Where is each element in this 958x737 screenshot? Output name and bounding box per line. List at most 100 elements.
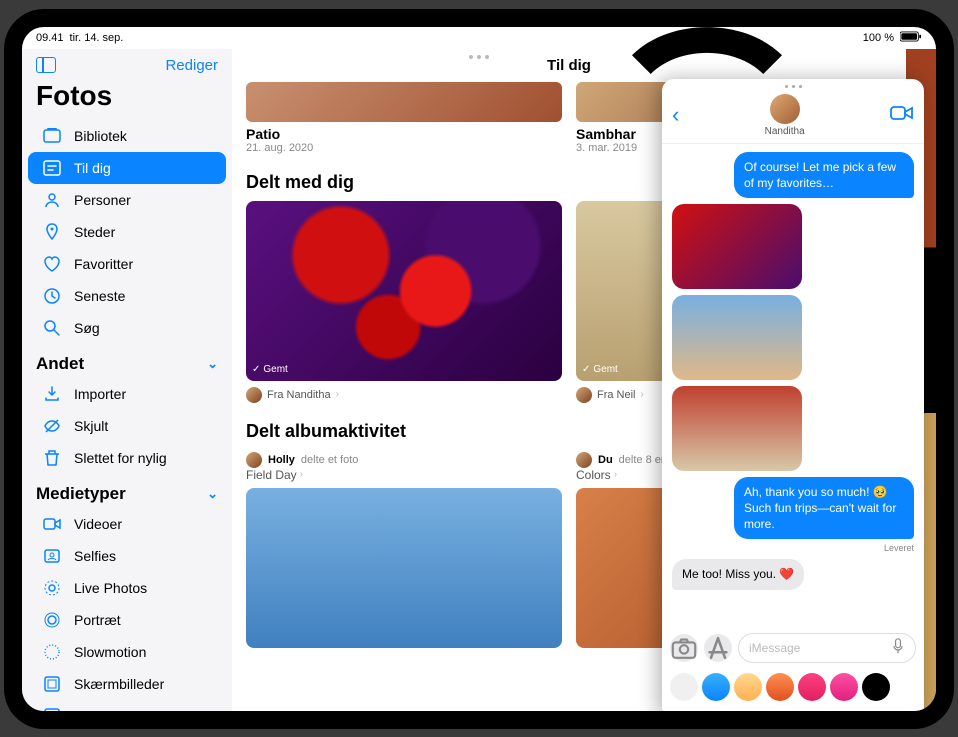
avatar	[246, 387, 262, 403]
sidebar-item-for-you[interactable]: Til dig	[28, 152, 226, 184]
message-image[interactable]	[672, 386, 802, 471]
shared-thumbnail: ✓ Gemt	[246, 201, 562, 381]
portrait-icon	[42, 610, 62, 630]
shared-card[interactable]: ✓ Gemt Fra Nanditha ›	[246, 201, 562, 403]
selfie-icon	[42, 546, 62, 566]
sidebar-item-label: Importer	[74, 386, 126, 402]
avatar	[576, 452, 592, 468]
screenrec-icon	[42, 706, 62, 711]
message-image-stack[interactable]	[672, 204, 802, 471]
sidebar-item-imports[interactable]: Importer	[28, 378, 226, 410]
sidebar-item-recently-deleted[interactable]: Slettet for nylig	[28, 442, 226, 474]
import-icon	[42, 384, 62, 404]
sidebar-item-label: Seneste	[74, 288, 125, 304]
app-store-button[interactable]	[704, 634, 732, 662]
sidebar-item-hidden[interactable]: Skjult	[28, 410, 226, 442]
dictate-button[interactable]	[891, 638, 905, 657]
app-drawer-more[interactable]	[670, 673, 698, 701]
memory-date: 21. aug. 2020	[246, 142, 562, 154]
places-icon	[42, 222, 62, 242]
sidebar-item-label: Favoritter	[74, 256, 133, 272]
messages-app-drawer[interactable]	[662, 669, 924, 711]
sidebar-item-label: Portræt	[74, 612, 121, 628]
sidebar-item-slowmo[interactable]: Slowmotion	[28, 636, 226, 668]
sidebar-item-places[interactable]: Steder	[28, 216, 226, 248]
battery-icon	[900, 31, 922, 45]
facetime-button[interactable]	[890, 105, 914, 126]
slowmo-icon	[42, 642, 62, 662]
messages-slide-over[interactable]: ‹ Nanditha Of course! Let me pick a few …	[662, 79, 924, 711]
messages-header: ‹ Nanditha	[662, 90, 924, 144]
message-input-row: iMessage	[662, 627, 924, 669]
chevron-down-icon: ⌄	[207, 356, 218, 372]
chevron-right-icon: ›	[336, 389, 339, 400]
sidebar-section-other[interactable]: Andet ⌄	[22, 344, 232, 378]
back-button[interactable]: ‹	[672, 102, 679, 128]
sidebar-item-recents[interactable]: Seneste	[28, 280, 226, 312]
sidebar-item-label: Skjult	[74, 418, 108, 434]
hidden-icon	[42, 416, 62, 436]
message-image[interactable]	[672, 204, 802, 289]
sidebar-item-portrait[interactable]: Portræt	[28, 604, 226, 636]
edit-button[interactable]: Rediger	[165, 57, 218, 74]
message-bubble-sent[interactable]: Of course! Let me pick a few of my favor…	[734, 152, 914, 198]
contact-avatar[interactable]	[770, 94, 800, 124]
status-date: tir. 14. sep.	[70, 32, 124, 44]
sidebar-item-screen-rec[interactable]: Skærmoptagelser	[28, 700, 226, 711]
sidebar-title: Fotos	[22, 78, 232, 120]
memory-card[interactable]: Patio 21. aug. 2020	[246, 82, 562, 154]
sidebar-item-videos[interactable]: Videoer	[28, 508, 226, 540]
sidebar-item-label: Søg	[74, 320, 100, 336]
sidebar-item-live-photos[interactable]: Live Photos	[28, 572, 226, 604]
avatar	[246, 452, 262, 468]
people-icon	[42, 190, 62, 210]
sidebar-item-people[interactable]: Personer	[28, 184, 226, 216]
app-drawer-find[interactable]	[798, 673, 826, 701]
sidebar-item-label: Videoer	[74, 516, 122, 532]
sidebar-item-label: Personer	[74, 192, 131, 208]
screen: 09.41 tir. 14. sep. 100 % Rediger Fotos …	[22, 27, 936, 711]
sidebar-item-search[interactable]: Søg	[28, 312, 226, 344]
app-drawer-memoji[interactable]	[734, 673, 762, 701]
sidebar-item-screenshots[interactable]: Skærmbilleder	[28, 668, 226, 700]
conversation-scroll[interactable]: Of course! Let me pick a few of my favor…	[662, 144, 924, 627]
sidebar-item-favorites[interactable]: Favoritter	[28, 248, 226, 280]
chevron-right-icon: ›	[641, 389, 644, 400]
sidebar-section-mediatypes[interactable]: Medietyper ⌄	[22, 474, 232, 508]
status-bar: 09.41 tir. 14. sep. 100 %	[22, 27, 936, 49]
message-input[interactable]: iMessage	[738, 633, 916, 663]
message-image[interactable]	[672, 295, 802, 380]
page-title: Til dig	[246, 57, 892, 82]
sidebar-item-library[interactable]: Bibliotek	[28, 120, 226, 152]
app-drawer-digital-touch[interactable]	[862, 673, 890, 701]
sidebar-item-label: Live Photos	[74, 580, 147, 596]
live-photos-icon	[42, 578, 62, 598]
sidebar-item-label: Bibliotek	[74, 128, 127, 144]
sidebar-item-label: Til dig	[74, 160, 111, 176]
app-drawer-sticker[interactable]	[766, 673, 794, 701]
message-bubble-sent[interactable]: Ah, thank you so much! 🥹 Such fun trips—…	[734, 477, 914, 540]
slide-over-handle[interactable]	[662, 79, 924, 90]
message-bubble-received[interactable]: Me too! Miss you. ❤️	[672, 559, 804, 589]
sidebar-toggle-icon[interactable]	[36, 57, 56, 73]
screenshot-icon	[42, 674, 62, 694]
app-drawer-store[interactable]	[702, 673, 730, 701]
heart-icon	[42, 254, 62, 274]
saved-badge: ✓ Gemt	[252, 364, 288, 375]
chevron-down-icon: ⌄	[207, 486, 218, 502]
shared-from-row[interactable]: Fra Nanditha ›	[246, 387, 562, 403]
sidebar-item-label: Slettet for nylig	[74, 450, 167, 466]
battery-percent: 100 %	[863, 32, 894, 44]
for-you-icon	[42, 158, 62, 178]
album-activity-card[interactable]: Holly delte et foto Field Day›	[246, 452, 562, 648]
camera-button[interactable]	[670, 634, 698, 662]
memory-thumbnail	[246, 82, 562, 122]
trash-icon	[42, 448, 62, 468]
sidebar-item-selfies[interactable]: Selfies	[28, 540, 226, 572]
library-icon	[42, 126, 62, 146]
app-drawer-music[interactable]	[830, 673, 858, 701]
status-time: 09.41	[36, 32, 64, 44]
memory-title: Patio	[246, 126, 562, 142]
sidebar-item-label: Skærmoptagelser	[74, 708, 185, 711]
delivered-label: Leveret	[884, 543, 914, 553]
